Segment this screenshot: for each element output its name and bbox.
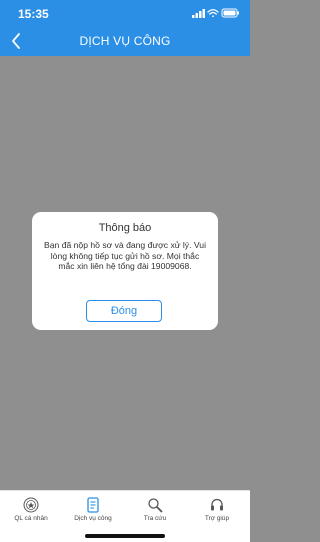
battery-icon xyxy=(221,8,239,18)
tab-personal[interactable]: QL cá nhân xyxy=(0,497,62,531)
dialog-message: Bạn đã nộp hồ sơ và đang được xử lý. Vui… xyxy=(44,240,206,271)
status-bar: 15:35 xyxy=(0,0,250,26)
search-icon xyxy=(148,498,163,513)
tab-label: Trợ giúp xyxy=(204,515,230,522)
notification-dialog: Thông báo Bạn đã nộp hồ sơ và đang được … xyxy=(32,212,218,330)
tab-label: Dịch vụ công xyxy=(74,515,112,522)
home-indicator xyxy=(85,534,165,538)
dialog-title: Thông báo xyxy=(98,222,152,234)
tab-label: QL cá nhân xyxy=(14,515,48,522)
page-title: DỊCH VỤ CÔNG xyxy=(79,34,171,48)
tab-help[interactable]: Trợ giúp xyxy=(186,497,248,531)
tab-public-services[interactable]: Dịch vụ công xyxy=(62,497,124,531)
tab-label: Tra cứu xyxy=(143,515,167,522)
close-button[interactable]: Đóng xyxy=(86,300,162,322)
wifi-icon xyxy=(207,9,219,18)
seal-icon xyxy=(23,497,39,513)
status-time: 15:35 xyxy=(18,7,49,21)
nav-bar: DỊCH VỤ CÔNG xyxy=(0,26,250,56)
status-icons xyxy=(192,8,240,18)
headset-icon xyxy=(211,498,223,511)
document-icon xyxy=(87,497,99,513)
signal-icon xyxy=(192,9,205,18)
app-header: 15:35 DỊCH VỤ CÔNG xyxy=(0,0,250,56)
tab-lookup[interactable]: Tra cứu xyxy=(124,497,186,531)
